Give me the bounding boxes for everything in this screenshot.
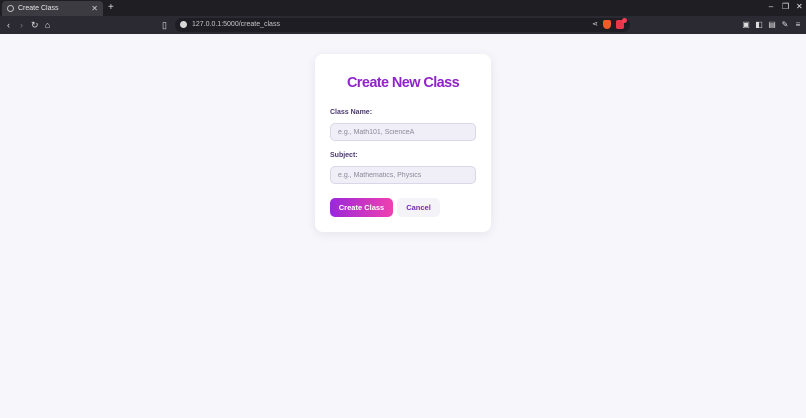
minimize-icon[interactable]: – [768, 2, 774, 11]
nav-bar: ‹ › ↻ ⌂ ▯ 127.0.0.1:5000/create_class ⋖ … [0, 16, 806, 34]
create-class-button[interactable]: Create Class [330, 198, 393, 217]
create-class-card: Create New Class Class Name: Subject: Cr… [315, 54, 491, 232]
bookmark-icon[interactable]: ▯ [162, 19, 167, 31]
brave-icon[interactable] [603, 20, 611, 29]
menu-icon[interactable]: ≡ [794, 19, 802, 31]
reload-icon[interactable]: ↻ [31, 19, 39, 31]
maximize-icon[interactable]: ❐ [782, 2, 789, 11]
shield-icon[interactable] [616, 18, 627, 29]
panel-icon[interactable]: ◧ [755, 19, 763, 31]
close-icon[interactable]: ✕ [91, 4, 98, 13]
tab-bar: Create Class ✕ + – ❐ ✕ [0, 0, 806, 16]
home-icon[interactable]: ⌂ [44, 19, 51, 31]
browser-tab[interactable]: Create Class ✕ [2, 1, 103, 16]
address-bar-actions: ⋖ [592, 18, 627, 30]
address-bar[interactable]: 127.0.0.1:5000/create_class ⋖ [175, 18, 630, 32]
extensions-icon[interactable]: ✎ [781, 19, 789, 31]
window-close-icon[interactable]: ✕ [796, 2, 803, 11]
subject-input[interactable] [330, 166, 476, 184]
toolbar-icons: ▣ ◧ ▤ ✎ ≡ [742, 19, 802, 31]
page-title: Create New Class [346, 75, 460, 91]
class-name-label: Class Name: [330, 109, 373, 116]
url-text[interactable]: 127.0.0.1:5000/create_class [192, 20, 280, 30]
share-icon[interactable]: ⋖ [592, 20, 598, 30]
new-tab-button[interactable]: + [108, 2, 114, 14]
forward-icon[interactable]: › [18, 19, 25, 31]
info-icon[interactable] [180, 21, 187, 28]
subject-label: Subject: [330, 152, 358, 159]
back-icon[interactable]: ‹ [5, 19, 12, 31]
globe-icon [7, 5, 14, 12]
wallet-icon[interactable]: ▤ [768, 19, 776, 31]
window-controls: – ❐ ✕ [768, 2, 803, 11]
notification-badge [622, 18, 627, 23]
tab-title: Create Class [18, 5, 59, 12]
cancel-button[interactable]: Cancel [397, 198, 440, 217]
sidebar-icon[interactable]: ▣ [742, 19, 750, 31]
class-name-input[interactable] [330, 123, 476, 141]
nav-buttons: ‹ › ↻ ⌂ [5, 19, 51, 31]
